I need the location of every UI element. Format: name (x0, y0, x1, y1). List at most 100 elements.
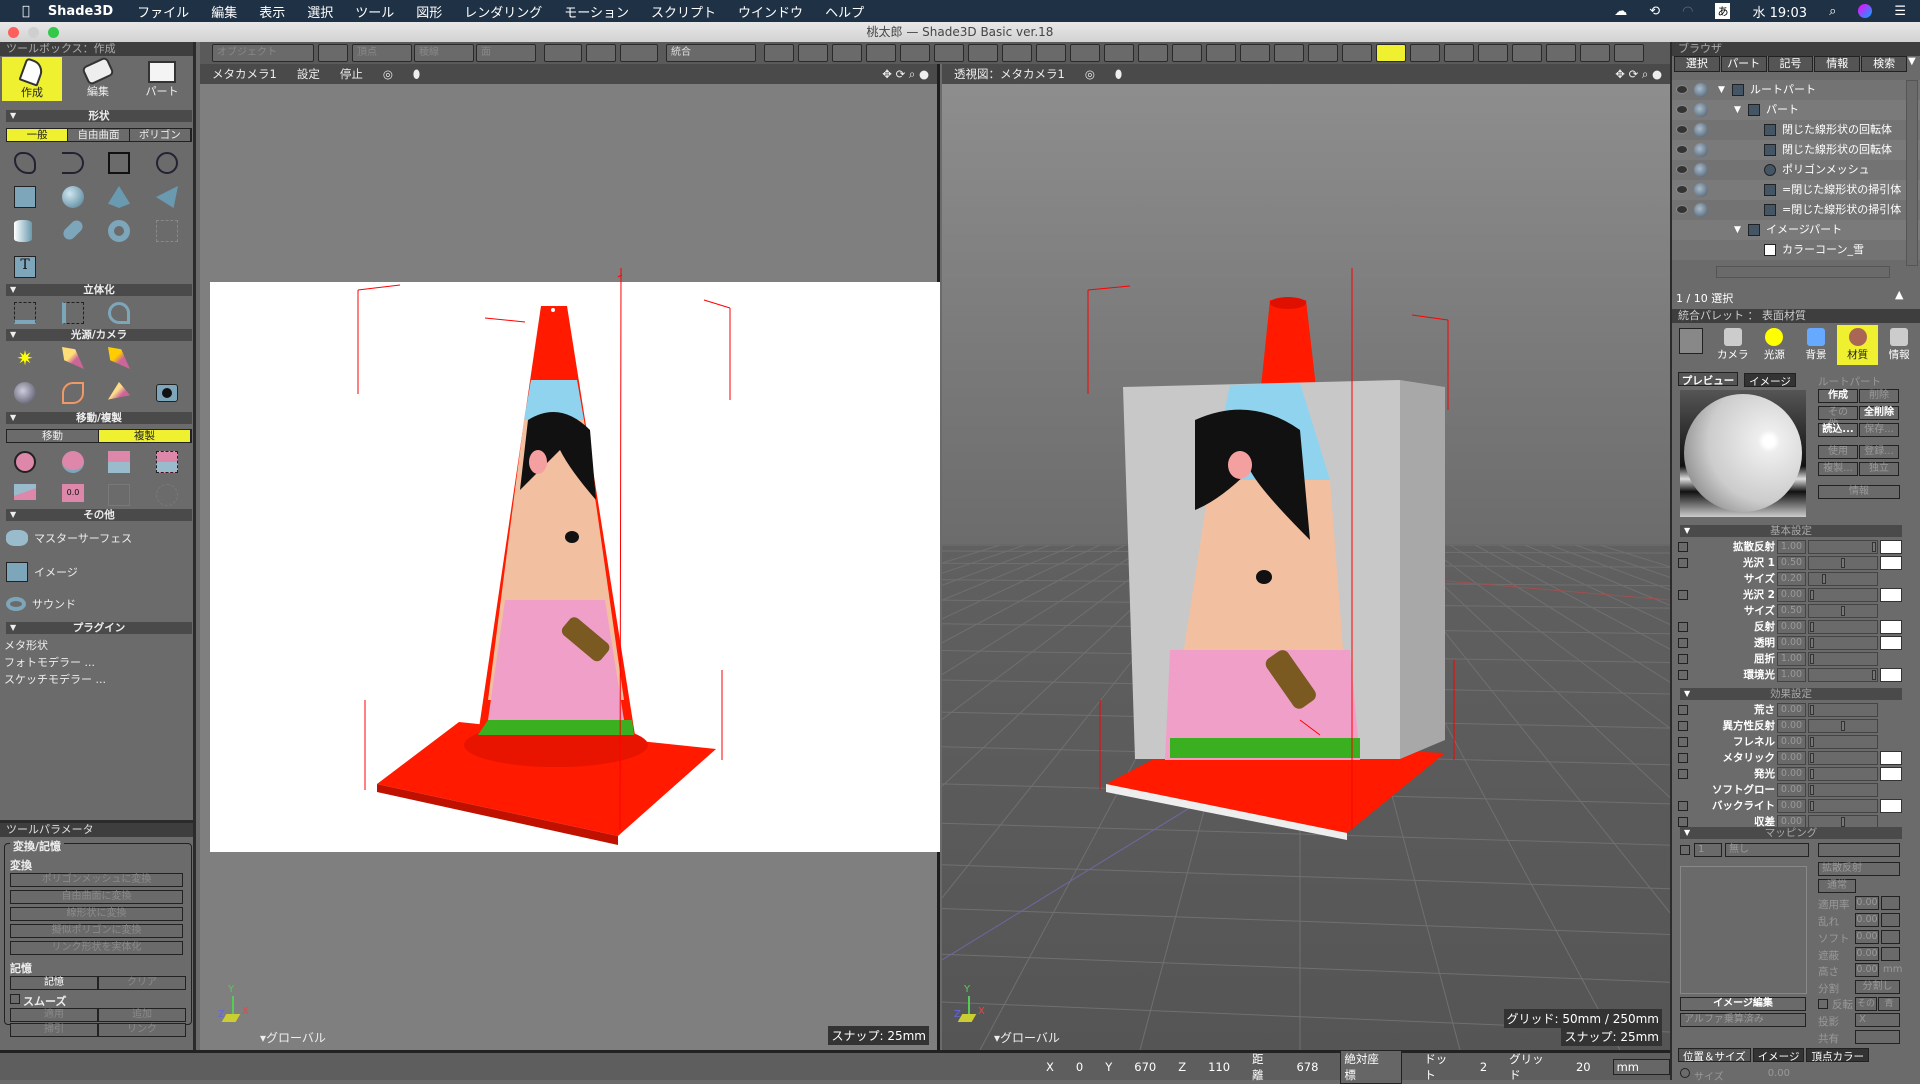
convert-polygon-mesh-button[interactable]: ポリゴンメッシュに変換 (10, 873, 183, 887)
slider-thumb[interactable] (1810, 638, 1814, 648)
render-toggle-icon[interactable] (1694, 163, 1708, 177)
solid-section-header[interactable]: 立体化 (6, 284, 192, 296)
sphere-tool-icon[interactable] (62, 186, 84, 208)
toolbar-tool-button[interactable] (1172, 44, 1202, 62)
redo-button[interactable] (620, 44, 658, 62)
unified-button[interactable]: 統合 (666, 44, 756, 62)
color-swatch[interactable] (1880, 767, 1902, 781)
param-checkbox[interactable] (1678, 542, 1688, 552)
visibility-eye-icon[interactable] (1676, 105, 1688, 114)
tab-image[interactable]: イメージ (1744, 373, 1796, 388)
render-toggle-icon[interactable] (1694, 143, 1708, 157)
color-swatch[interactable] (1880, 556, 1902, 570)
toolbar-tool-button[interactable] (1444, 44, 1474, 62)
param-slider[interactable] (1808, 652, 1878, 666)
tool-parameter-header[interactable]: ツールパラメータ (0, 823, 193, 837)
param-value-input[interactable]: 1.00 (1777, 668, 1806, 682)
zoom-window-button[interactable] (48, 27, 59, 38)
param-slider[interactable] (1808, 572, 1878, 586)
material-button[interactable]: 独立 (1859, 462, 1899, 476)
visibility-eye-icon[interactable] (1676, 145, 1688, 154)
info-dropdown[interactable]: 情報 (1818, 485, 1900, 499)
cylinder-tool-icon[interactable] (14, 220, 32, 242)
param-value-input[interactable]: 0.20 (1777, 572, 1806, 586)
color-swatch[interactable] (1880, 799, 1902, 813)
toolbar-tool-button[interactable] (1512, 44, 1542, 62)
param-checkbox[interactable] (1678, 769, 1688, 779)
toolbar-tool-button[interactable] (1070, 44, 1100, 62)
param-value-input[interactable]: 0.00 (1777, 588, 1806, 602)
mapping-mode-buttons[interactable] (1818, 843, 1900, 857)
plugin-photo-modeler[interactable]: フォトモデラー ... (4, 654, 95, 670)
image-item[interactable]: イメージ (6, 562, 78, 582)
slider-thumb[interactable] (1810, 654, 1814, 664)
param-value-input[interactable]: 0.00 (1777, 783, 1806, 797)
mapping-header[interactable]: マッピング (1680, 827, 1902, 839)
time-machine-icon[interactable]: ⟲ (1649, 4, 1660, 19)
color-swatch[interactable] (1880, 636, 1902, 650)
render-toggle-icon[interactable] (1694, 103, 1708, 117)
toolbar-tool-button[interactable] (1478, 44, 1508, 62)
flip-option-b[interactable]: 青 (1878, 997, 1900, 1011)
rotate-tool-icon[interactable] (62, 451, 84, 473)
plugin-meta-shape[interactable]: メタ形状 (4, 637, 48, 653)
tree-item[interactable]: 閉じた線形状の回転体 (1672, 120, 1920, 140)
selection-mode-button[interactable] (318, 44, 348, 62)
viewport-left[interactable]: メタカメラ1 設定 停止 ◎ ⬮ ✥ ⟳ ⌕ ● Y X Z ▾グローバル スナ… (200, 64, 940, 1050)
browser-tab[interactable]: 検索 (1861, 56, 1907, 72)
param-slider[interactable] (1808, 668, 1878, 682)
mapping-param-slider[interactable] (1881, 896, 1900, 910)
face-mode-button[interactable]: 面 (476, 44, 536, 62)
toolbar-tool-button[interactable] (764, 44, 794, 62)
toolbar-tool-button[interactable] (1036, 44, 1066, 62)
color-swatch[interactable] (1880, 588, 1902, 602)
viewport-right[interactable]: 透視図：メタカメラ1 ◎ ⬮ ✥ ⟳ ⌕ ● Y X Z ▾グローバル グリッド… (942, 64, 1670, 1050)
param-value-input[interactable]: 0.00 (1777, 751, 1806, 765)
tree-item[interactable]: ▼ ルートパート (1672, 80, 1920, 100)
toolbox-mode-edit[interactable]: 編集 (68, 56, 128, 101)
menu-item[interactable]: 選択 (307, 2, 333, 21)
browser-tab[interactable]: パート (1720, 56, 1767, 72)
flip-checkbox[interactable] (1818, 999, 1828, 1009)
toolbar-tool-button[interactable] (1580, 44, 1610, 62)
vertex-mode-button[interactable]: 頂点 (352, 44, 412, 62)
toolbar-tool-button[interactable] (1240, 44, 1270, 62)
translate-tool-icon[interactable] (14, 451, 36, 473)
collapse-browser-button[interactable]: ▲ (1895, 288, 1903, 301)
browser-menu-button[interactable]: ▼ (1908, 56, 1920, 72)
toolbar-tool-button[interactable] (968, 44, 998, 62)
tree-item[interactable]: ▼ イメージパート (1672, 220, 1920, 240)
size-value[interactable]: 0.00 (1768, 1068, 1790, 1083)
browser-tab[interactable]: 記号 (1767, 56, 1814, 72)
param-checkbox[interactable] (1678, 753, 1688, 763)
material-button[interactable]: 削除 (1859, 389, 1899, 403)
blend-mode-dropdown[interactable]: 通常 (1818, 879, 1856, 893)
param-value-input[interactable]: 0.50 (1777, 604, 1806, 618)
ime-indicator[interactable]: あ (1715, 3, 1731, 19)
param-checkbox[interactable] (1678, 654, 1688, 664)
slider-thumb[interactable] (1841, 721, 1845, 731)
param-checkbox[interactable] (1678, 558, 1688, 568)
convert-pseudo-polygon-button[interactable]: 擬似ポリゴンに変換 (10, 924, 183, 938)
param-slider[interactable] (1808, 540, 1878, 554)
color-swatch[interactable] (1880, 668, 1902, 682)
slider-thumb[interactable] (1810, 590, 1814, 600)
height-value[interactable]: 0.00 (1855, 963, 1879, 977)
material-button[interactable]: 登録... (1859, 445, 1899, 459)
browser-header[interactable]: ブラウザ (1672, 42, 1920, 56)
color-swatch[interactable] (1880, 540, 1902, 554)
param-slider[interactable] (1808, 719, 1878, 733)
sound-item[interactable]: サウンド (6, 596, 76, 612)
shear-tool-icon[interactable] (14, 484, 36, 500)
coordinate-system-menu[interactable]: ▾グローバル (260, 1029, 326, 1046)
close-window-button[interactable] (8, 27, 19, 38)
palette-tab[interactable]: 背景 (1795, 325, 1837, 365)
mapping-param-value[interactable]: 0.00 (1855, 947, 1879, 961)
rotate-view-button[interactable] (586, 44, 616, 62)
menu-app[interactable]: Shade3D (48, 4, 113, 19)
master-surface-item[interactable]: マスターサーフェス (6, 530, 132, 546)
light-path-tool-icon[interactable] (62, 382, 84, 404)
other-section-header[interactable]: その他 (6, 509, 192, 521)
point-light-tool-icon[interactable]: ✷ (14, 347, 36, 369)
scale-tool-icon[interactable] (108, 451, 130, 473)
